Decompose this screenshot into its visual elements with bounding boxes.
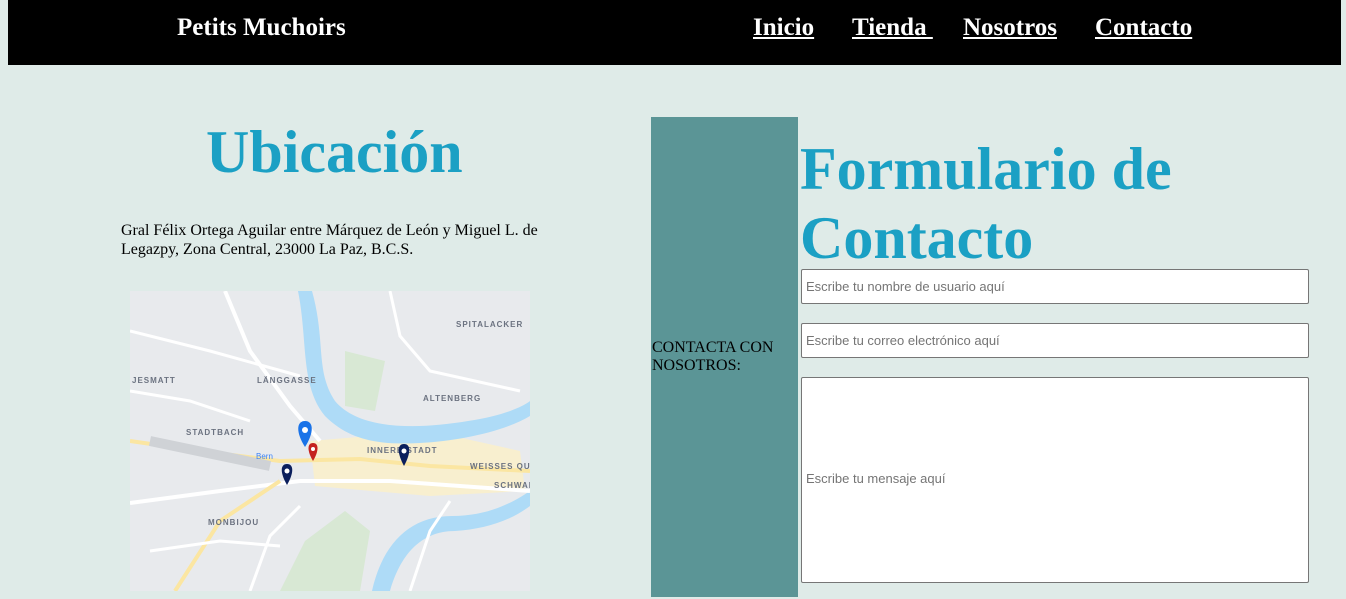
map-graphic: SPITALACKER LÄNGGASSE ALTENBERG JESMATT …: [130, 291, 530, 591]
brand-logo[interactable]: Petits Muchoirs: [177, 14, 346, 42]
map-label-schwarztor: SCHWARZTOR QUARTIER: [494, 481, 530, 490]
message-textarea[interactable]: [801, 377, 1309, 583]
nav-link-contacto[interactable]: Contacto: [1095, 14, 1192, 42]
map-label-stadtbach: STADTBACH: [186, 428, 244, 437]
location-title: Ubicación: [206, 119, 463, 185]
username-input[interactable]: [801, 269, 1309, 304]
navbar: Petits Muchoirs Inicio Tienda Nosotros C…: [8, 0, 1341, 65]
map-label-altenberg: ALTENBERG: [423, 394, 481, 403]
nav-link-tienda[interactable]: Tienda: [852, 14, 933, 42]
nav-link-nosotros[interactable]: Nosotros: [963, 14, 1057, 42]
map-label-bern: Bern: [256, 452, 273, 461]
sidebar-text: CONTACTA CON NOSOTROS:: [652, 339, 774, 374]
form-title: Formulario de Contacto: [800, 136, 1172, 271]
map-label-langgasse: LÄNGGASSE: [257, 376, 317, 385]
map-label-weisses-quartier: WEISSES QUARTIER: [470, 462, 530, 471]
email-input[interactable]: [801, 323, 1309, 358]
map-label-jesmatt: JESMATT: [132, 376, 176, 385]
map-label-spitalacker: SPITALACKER: [456, 320, 523, 329]
nav-link-inicio[interactable]: Inicio: [753, 14, 814, 42]
map-label-monbijou: MONBIJOU: [208, 518, 259, 527]
address-text: Gral Félix Ortega Aguilar entre Márquez …: [121, 222, 538, 258]
contact-sidebar: CONTACTA CON NOSOTROS:: [651, 117, 798, 597]
location-map[interactable]: SPITALACKER LÄNGGASSE ALTENBERG JESMATT …: [130, 291, 530, 591]
